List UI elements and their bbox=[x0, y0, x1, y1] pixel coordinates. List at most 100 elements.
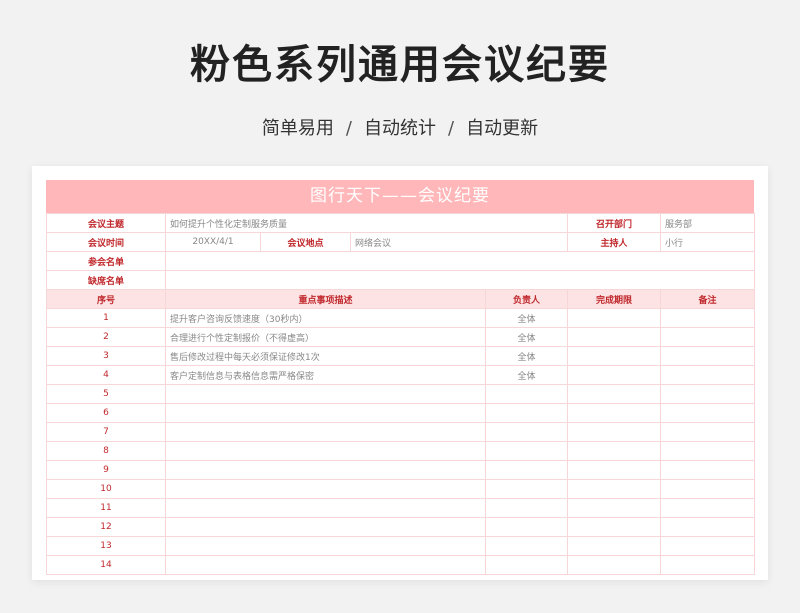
deadline-cell[interactable] bbox=[567, 441, 662, 461]
note-cell[interactable] bbox=[660, 498, 756, 518]
deadline-cell[interactable] bbox=[567, 308, 662, 328]
deadline-cell[interactable] bbox=[567, 365, 662, 385]
tag-auto-stat: 自动统计 bbox=[364, 118, 436, 139]
table-row: 14 bbox=[46, 555, 756, 575]
description-cell[interactable] bbox=[165, 422, 486, 442]
tag-separator: / bbox=[345, 118, 352, 139]
deadline-cell[interactable] bbox=[567, 403, 662, 423]
owner-cell[interactable]: 全体 bbox=[484, 346, 569, 366]
description-cell[interactable] bbox=[165, 460, 486, 480]
description-cell[interactable] bbox=[165, 555, 486, 575]
note-cell[interactable] bbox=[660, 517, 756, 537]
deadline-cell[interactable] bbox=[567, 422, 662, 442]
info-row-absentees: 缺席名单 bbox=[46, 270, 756, 290]
owner-cell[interactable] bbox=[484, 460, 569, 480]
description-cell[interactable] bbox=[165, 441, 486, 461]
row-number-cell[interactable]: 3 bbox=[46, 346, 166, 366]
note-cell[interactable] bbox=[660, 365, 756, 385]
note-cell[interactable] bbox=[660, 536, 756, 556]
owner-cell[interactable] bbox=[484, 555, 569, 575]
description-cell[interactable] bbox=[165, 536, 486, 556]
note-cell[interactable] bbox=[660, 479, 756, 499]
owner-cell[interactable] bbox=[484, 403, 569, 423]
place-label: 会议地点 bbox=[260, 232, 351, 252]
row-number-cell[interactable]: 9 bbox=[46, 460, 166, 480]
row-number-cell[interactable]: 7 bbox=[46, 422, 166, 442]
note-cell[interactable] bbox=[660, 327, 756, 347]
table-row: 9 bbox=[46, 460, 756, 480]
deadline-cell[interactable] bbox=[567, 384, 662, 404]
time-label: 会议时间 bbox=[46, 232, 166, 252]
absentees-cell[interactable] bbox=[164, 270, 756, 290]
table-row: 1 提升客户咨询反馈速度（30秒内） 全体 bbox=[46, 308, 756, 328]
description-cell[interactable] bbox=[165, 403, 486, 423]
tag-separator: / bbox=[448, 118, 455, 139]
owner-cell[interactable] bbox=[484, 517, 569, 537]
note-cell[interactable] bbox=[660, 403, 756, 423]
col-header-desc: 重点事项描述 bbox=[165, 289, 486, 309]
col-header-no: 序号 bbox=[46, 289, 166, 309]
deadline-cell[interactable] bbox=[567, 517, 662, 537]
deadline-cell[interactable] bbox=[567, 498, 662, 518]
row-number-cell[interactable]: 2 bbox=[46, 327, 166, 347]
row-number-cell[interactable]: 5 bbox=[46, 384, 166, 404]
description-cell[interactable] bbox=[165, 517, 486, 537]
row-number-cell[interactable]: 13 bbox=[46, 536, 166, 556]
table-row: 6 bbox=[46, 403, 756, 423]
row-number-cell[interactable]: 11 bbox=[46, 498, 166, 518]
description-cell[interactable] bbox=[165, 384, 486, 404]
deadline-cell[interactable] bbox=[567, 346, 662, 366]
owner-cell[interactable] bbox=[484, 384, 569, 404]
table-row: 2 合理进行个性定制报价（不得虚高） 全体 bbox=[46, 327, 756, 347]
host-cell[interactable]: 小行 bbox=[660, 232, 756, 252]
owner-cell[interactable] bbox=[484, 498, 569, 518]
description-cell[interactable]: 合理进行个性定制报价（不得虚高） bbox=[165, 327, 486, 347]
row-number-cell[interactable]: 12 bbox=[46, 517, 166, 537]
owner-cell[interactable] bbox=[484, 536, 569, 556]
sheet-title: 图行天下——会议纪要 bbox=[46, 180, 754, 213]
description-cell[interactable]: 提升客户咨询反馈速度（30秒内） bbox=[165, 308, 486, 328]
deadline-cell[interactable] bbox=[567, 327, 662, 347]
note-cell[interactable] bbox=[660, 384, 756, 404]
host-label: 主持人 bbox=[567, 232, 662, 252]
info-row-time: 会议时间 20XX/4/1 会议地点 网络会议 主持人 小行 bbox=[46, 232, 756, 252]
table-row: 5 bbox=[46, 384, 756, 404]
note-cell[interactable] bbox=[660, 308, 756, 328]
row-number-cell[interactable]: 6 bbox=[46, 403, 166, 423]
owner-cell[interactable] bbox=[484, 441, 569, 461]
owner-cell[interactable] bbox=[484, 422, 569, 442]
deadline-cell[interactable] bbox=[567, 536, 662, 556]
row-number-cell[interactable]: 10 bbox=[46, 479, 166, 499]
place-cell[interactable]: 网络会议 bbox=[349, 232, 569, 252]
deadline-cell[interactable] bbox=[567, 479, 662, 499]
dept-cell[interactable]: 服务部 bbox=[660, 213, 756, 233]
spreadsheet-card: 图行天下——会议纪要 会议主题 如何提升个性化定制服务质量 召开部门 服务部 会… bbox=[32, 166, 768, 580]
note-cell[interactable] bbox=[660, 555, 756, 575]
description-cell[interactable]: 客户定制信息与表格信息需严格保密 bbox=[165, 365, 486, 385]
description-cell[interactable] bbox=[165, 498, 486, 518]
row-number-cell[interactable]: 1 bbox=[46, 308, 166, 328]
owner-cell[interactable]: 全体 bbox=[484, 308, 569, 328]
tag-easy: 简单易用 bbox=[261, 118, 334, 139]
note-cell[interactable] bbox=[660, 346, 756, 366]
note-cell[interactable] bbox=[660, 422, 756, 442]
column-header-row: 序号 重点事项描述 负责人 完成期限 备注 bbox=[46, 289, 756, 309]
description-cell[interactable]: 售后修改过程中每天必须保证修改1次 bbox=[165, 346, 486, 366]
row-number-cell[interactable]: 8 bbox=[46, 441, 166, 461]
attendees-cell[interactable] bbox=[164, 251, 756, 271]
deadline-cell[interactable] bbox=[567, 460, 662, 480]
note-cell[interactable] bbox=[660, 460, 756, 480]
row-number-cell[interactable]: 14 bbox=[46, 555, 166, 575]
description-cell[interactable] bbox=[165, 479, 486, 499]
owner-cell[interactable]: 全体 bbox=[484, 365, 569, 385]
row-number-cell[interactable]: 4 bbox=[46, 365, 166, 385]
feature-tags: 简单易用 / 自动统计 / 自动更新 bbox=[0, 114, 800, 140]
topic-cell[interactable]: 如何提升个性化定制服务质量 bbox=[164, 213, 569, 233]
owner-cell[interactable]: 全体 bbox=[484, 327, 569, 347]
topic-label: 会议主题 bbox=[46, 213, 166, 233]
owner-cell[interactable] bbox=[484, 479, 569, 499]
note-cell[interactable] bbox=[660, 441, 756, 461]
table-row: 4 客户定制信息与表格信息需严格保密 全体 bbox=[46, 365, 756, 385]
deadline-cell[interactable] bbox=[567, 555, 662, 575]
time-cell[interactable]: 20XX/4/1 bbox=[165, 232, 261, 252]
